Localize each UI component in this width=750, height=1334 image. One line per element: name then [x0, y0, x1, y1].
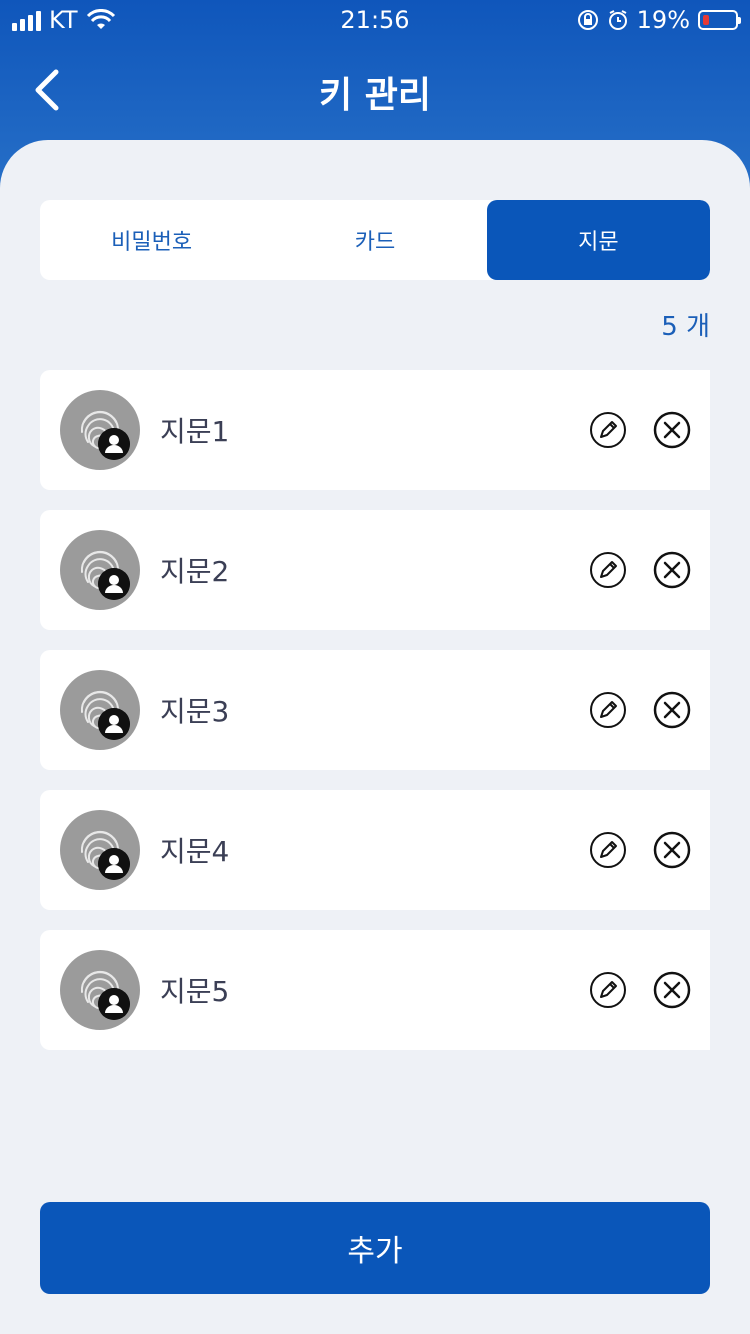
- fingerprint-avatar: [60, 950, 140, 1030]
- item-count: 5 개: [661, 312, 710, 342]
- alarm-icon: [608, 10, 627, 30]
- close-circle-icon[interactable]: [652, 410, 692, 450]
- pencil-icon[interactable]: [588, 410, 628, 450]
- item-label: 지문2: [160, 555, 230, 588]
- add-button[interactable]: 추가: [40, 1202, 710, 1294]
- fingerprint-avatar: [60, 530, 140, 610]
- fingerprint-avatar: [60, 810, 140, 890]
- list-item: 지문2: [40, 510, 710, 630]
- item-label: 지문3: [160, 695, 230, 728]
- tab-password[interactable]: 비밀번호: [40, 200, 263, 280]
- tab-card[interactable]: 카드: [263, 200, 486, 280]
- user-badge-icon: [98, 708, 130, 740]
- close-circle-icon[interactable]: [652, 830, 692, 870]
- close-circle-icon[interactable]: [652, 550, 692, 590]
- pencil-icon[interactable]: [588, 690, 628, 730]
- item-label: 지문4: [160, 835, 230, 868]
- key-type-tabs: 비밀번호 카드 지문: [40, 200, 710, 280]
- battery-icon: [698, 10, 741, 30]
- item-label: 지문1: [160, 415, 230, 448]
- pencil-icon[interactable]: [588, 550, 628, 590]
- battery-percent: 19%: [636, 6, 690, 34]
- rotation-lock-icon: [577, 10, 598, 30]
- item-label: 지문5: [160, 975, 230, 1008]
- list-item: 지문1: [40, 370, 710, 490]
- user-badge-icon: [98, 988, 130, 1020]
- user-badge-icon: [98, 428, 130, 460]
- pencil-icon[interactable]: [588, 830, 628, 870]
- user-badge-icon: [98, 848, 130, 880]
- pencil-icon[interactable]: [588, 970, 628, 1010]
- fingerprint-list: 지문1 지문2 지문3 지문4 지문5: [40, 370, 710, 1070]
- status-bar: KT 21:56 19%: [0, 0, 750, 40]
- close-circle-icon[interactable]: [652, 970, 692, 1010]
- navigation-header: 키 관리: [0, 48, 750, 132]
- content-sheet: 비밀번호 카드 지문 5 개 지문1 지문2 지문3 지문4 지문5 추가: [0, 140, 750, 1334]
- user-badge-icon: [98, 568, 130, 600]
- list-item: 지문3: [40, 650, 710, 770]
- list-item: 지문4: [40, 790, 710, 910]
- tab-fingerprint[interactable]: 지문: [486, 200, 710, 280]
- close-circle-icon[interactable]: [652, 690, 692, 730]
- page-title: 키 관리: [319, 75, 431, 116]
- fingerprint-avatar: [60, 670, 140, 750]
- fingerprint-avatar: [60, 390, 140, 470]
- list-item: 지문5: [40, 930, 710, 1050]
